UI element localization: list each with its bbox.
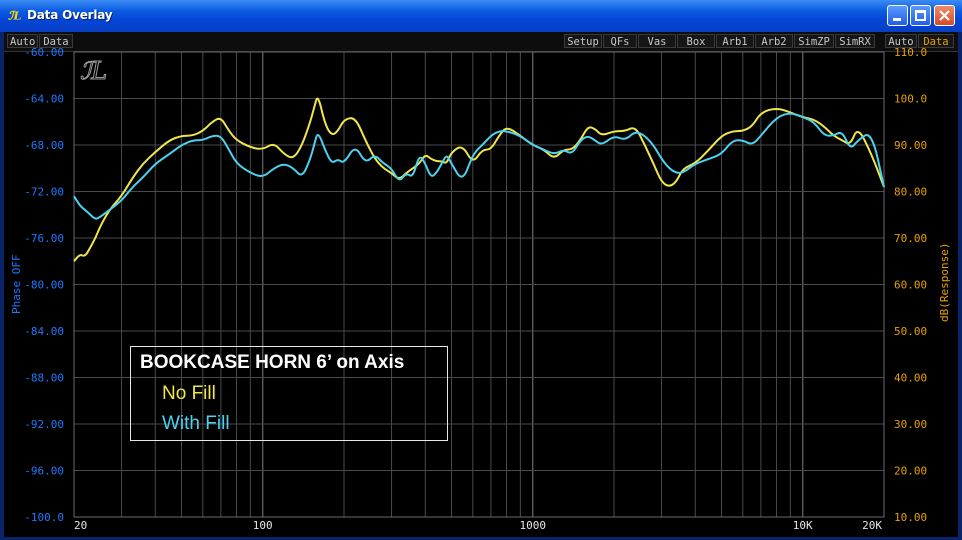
x-tick-label: 1000 bbox=[519, 519, 546, 532]
left-tick-label: -72.00 bbox=[24, 186, 64, 199]
maximize-icon bbox=[915, 10, 926, 21]
x-tick-label: 100 bbox=[253, 519, 273, 532]
svg-text:ℐL: ℐL bbox=[8, 8, 22, 22]
right-tick-label: 40.00 bbox=[894, 372, 927, 385]
right-axis-ticks: 110.0 100.0 90.00 80.00 70.00 60.00 50.00 40.00… bbox=[894, 46, 927, 524]
left-tick-label: -88.00 bbox=[24, 372, 64, 385]
close-icon bbox=[939, 10, 950, 21]
legend-item-no-fill: No Fill bbox=[162, 383, 216, 404]
x-tick-label: 10K bbox=[793, 519, 813, 532]
left-tick-label: -100.0 bbox=[24, 511, 64, 524]
right-tick-label: 90.00 bbox=[894, 139, 927, 152]
left-tick-label: -68.00 bbox=[24, 139, 64, 152]
right-tick-label: 50.00 bbox=[894, 325, 927, 338]
left-tick-label: -64.00 bbox=[24, 93, 64, 106]
right-tick-label: 10.00 bbox=[894, 511, 927, 524]
left-axis-ticks: -60.00 -64.00 -68.00 -72.00 -76.00 -80.00 -84.… bbox=[24, 46, 64, 524]
legend-item-with-fill: With Fill bbox=[162, 413, 230, 434]
minimize-button[interactable] bbox=[887, 5, 908, 26]
grid-lines bbox=[73, 51, 885, 518]
right-tick-label: 70.00 bbox=[894, 232, 927, 245]
right-tick-label: 80.00 bbox=[894, 186, 927, 199]
left-axis-label: Phase OFF bbox=[10, 254, 23, 314]
close-button[interactable] bbox=[934, 5, 955, 26]
sl-watermark-logo: ℐL bbox=[80, 57, 108, 86]
svg-text:ℐL: ℐL bbox=[80, 57, 107, 85]
right-tick-label: 110.0 bbox=[894, 46, 927, 59]
left-tick-label: -96.00 bbox=[24, 465, 64, 478]
data-series bbox=[73, 97, 885, 262]
left-tick-label: -80.00 bbox=[24, 279, 64, 292]
left-tick-label: -92.00 bbox=[24, 418, 64, 431]
right-tick-label: 100.0 bbox=[894, 93, 927, 106]
series-line-no-fill bbox=[73, 97, 885, 262]
x-axis-ticks: 20 100 1000 10K 20K bbox=[74, 519, 882, 532]
left-tick-label: -76.00 bbox=[24, 232, 64, 245]
app-window: ℐL Data Overlay Auto Data Setup QFs Vas … bbox=[0, 0, 962, 540]
window-title: Data Overlay bbox=[27, 8, 113, 22]
left-tick-label: -84.00 bbox=[24, 325, 64, 338]
series-line-with-fill bbox=[73, 112, 885, 220]
title-bar[interactable]: ℐL Data Overlay bbox=[0, 0, 962, 32]
right-tick-label: 30.00 bbox=[894, 418, 927, 431]
right-axis-label: dB(Response) bbox=[938, 243, 951, 322]
plot-frame: Auto Data Setup QFs Vas Box Arb1 Arb2 Si… bbox=[4, 32, 958, 537]
app-logo-icon: ℐL bbox=[8, 8, 22, 22]
minimize-icon bbox=[893, 18, 901, 21]
legend-title: BOOKCASE HORN 6’ on Axis bbox=[140, 352, 405, 373]
left-tick-label: -60.00 bbox=[24, 46, 64, 59]
x-tick-label: 20K bbox=[862, 519, 882, 532]
right-tick-label: 60.00 bbox=[894, 279, 927, 292]
x-tick-label: 20 bbox=[74, 519, 87, 532]
right-tick-label: 20.00 bbox=[894, 465, 927, 478]
response-chart[interactable]: ℐL -60.00-64.00-68.00-72.00-76.00-80.00-… bbox=[4, 32, 958, 537]
legend-box: BOOKCASE HORN 6’ on Axis No Fill With Fi… bbox=[130, 346, 448, 441]
maximize-button[interactable] bbox=[910, 5, 931, 26]
